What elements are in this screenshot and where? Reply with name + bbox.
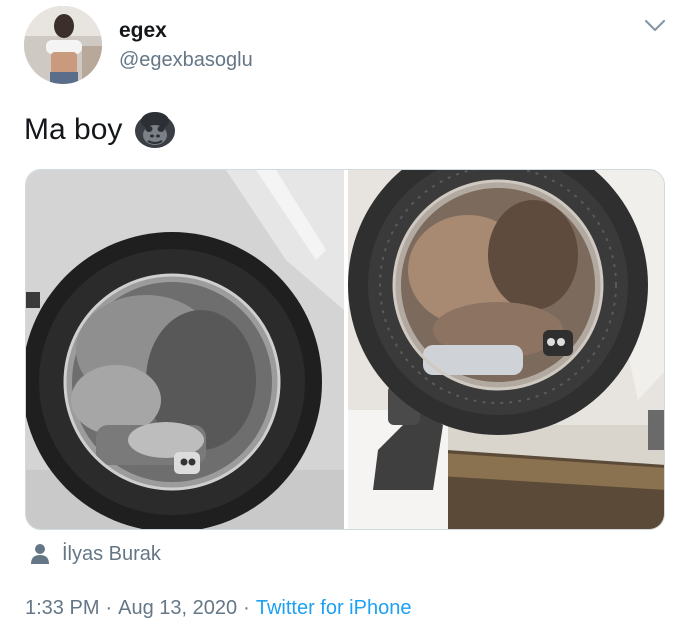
user-handle[interactable]: @egexbasoglu — [119, 46, 253, 74]
tweet-time[interactable]: 1:33 PM — [25, 597, 99, 619]
media-grid — [25, 169, 665, 530]
mirror-photo-right[interactable] — [348, 170, 664, 529]
tweet-date[interactable]: Aug 13, 2020 — [118, 597, 237, 619]
tweet-header: egex @egexbasoglu — [24, 6, 672, 86]
meta-separator: · — [105, 597, 113, 619]
avatar[interactable] — [24, 6, 102, 84]
credit-name[interactable]: İlyas Burak — [62, 543, 161, 566]
mirror-photo-left[interactable] — [26, 170, 344, 529]
tweet-text: Ma boy — [24, 110, 176, 150]
avatar-image — [24, 6, 102, 84]
person-icon — [31, 544, 49, 564]
tweet-text-content: Ma boy — [24, 113, 123, 146]
meta-separator: · — [243, 597, 250, 619]
tweet-source-link[interactable]: Twitter for iPhone — [256, 597, 412, 619]
display-name[interactable]: egex — [119, 18, 253, 44]
chevron-down-icon[interactable] — [642, 16, 668, 36]
media-credit: İlyas Burak — [30, 538, 161, 570]
gorilla-icon — [135, 112, 176, 148]
mirror-photo-left-image — [26, 170, 344, 529]
mirror-photo-right-image — [348, 170, 664, 529]
author-names: egex @egexbasoglu — [119, 18, 253, 74]
tweet-meta: 1:33 PM · Aug 13, 2020 · Twitter for iPhone — [25, 594, 411, 622]
